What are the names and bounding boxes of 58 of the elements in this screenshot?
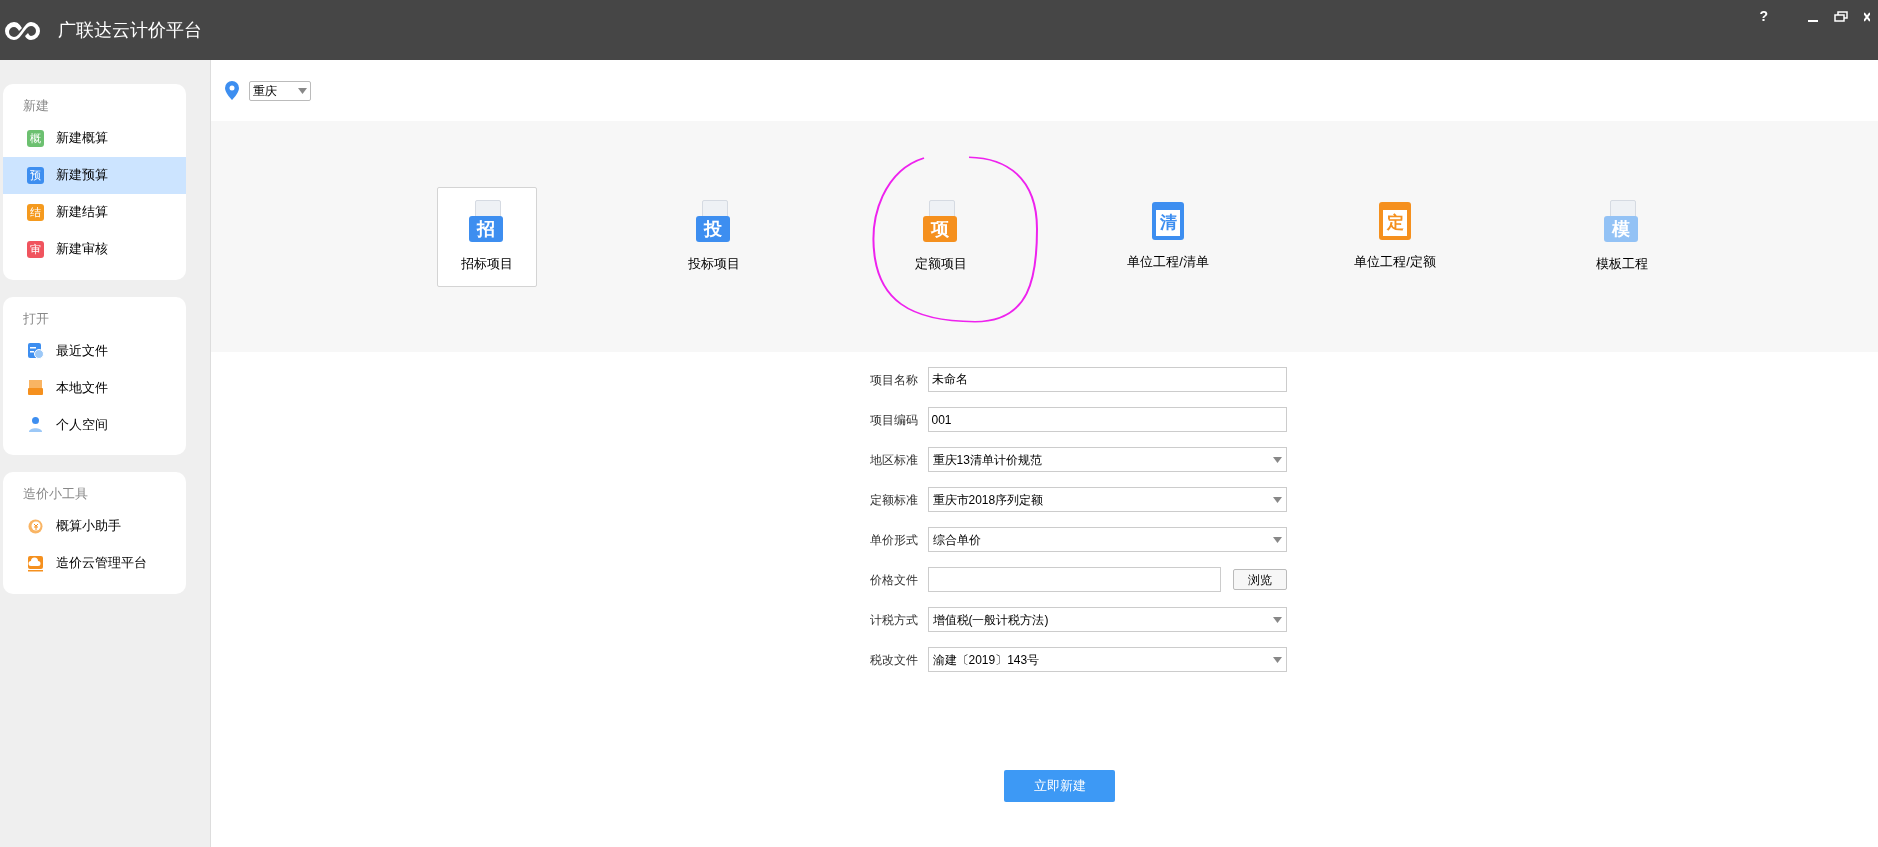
dropdown-field[interactable]: 重庆市2018序列定额 [927, 487, 1287, 512]
project-type-tile[interactable]: 项 定额项目 [891, 186, 991, 287]
notebook-icon: 定 [1379, 201, 1411, 240]
field-label: 计税方式 [869, 611, 918, 629]
section-title: 打开 [22, 309, 50, 328]
dropdown-field[interactable]: 综合单价 [927, 527, 1287, 552]
dropdown-caret-icon [1272, 496, 1282, 503]
field-label: 项目编码 [869, 411, 918, 429]
cloud-screen-icon [27, 554, 44, 572]
close-icon[interactable] [1864, 11, 1870, 22]
restore-icon[interactable] [1834, 11, 1848, 22]
badge-icon: 结 [27, 203, 44, 221]
location-dropdown[interactable]: 重庆 [249, 80, 311, 101]
calendar-clock-icon [27, 342, 44, 359]
app-title: 广联达云计价平台 [58, 18, 202, 42]
field-label: 价格文件 [869, 571, 918, 589]
project-type-tile[interactable]: 定 单位工程/定额 [1345, 186, 1445, 287]
field-label: 地区标准 [869, 451, 918, 469]
sidebar-item[interactable]: 最近文件 [3, 332, 186, 369]
text-field[interactable]: 未命名 [927, 367, 1287, 392]
dropdown-caret-icon [298, 87, 307, 94]
coin-icon [27, 517, 44, 535]
dropdown-field[interactable]: 渝建〔2019〕143号 [927, 647, 1287, 672]
person-icon [27, 416, 44, 433]
sidebar-item[interactable]: 个人空间 [3, 406, 186, 443]
dropdown-caret-icon [1272, 656, 1282, 663]
badge-icon: 预 [27, 166, 44, 184]
sidebar-item[interactable]: 本地文件 [3, 369, 186, 406]
field-label: 税改文件 [869, 651, 918, 669]
sidebar-item[interactable]: 造价云管理平台 [3, 544, 186, 582]
field-label: 定额标准 [869, 491, 918, 509]
sidebar-item[interactable]: 审 新建审核 [3, 230, 186, 268]
dropdown-field[interactable]: 重庆13清单计价规范 [927, 447, 1287, 472]
badge-icon: 概 [27, 129, 44, 147]
section-title: 新建 [22, 97, 50, 115]
dropdown-caret-icon [1272, 536, 1282, 543]
field-label: 项目名称 [869, 371, 918, 389]
help-button[interactable]: ? [1759, 6, 1768, 27]
badge-icon: 审 [27, 240, 44, 258]
notebook-icon: 清 [1152, 201, 1184, 240]
file-path-field[interactable] [927, 567, 1221, 592]
folder-tray-icon [27, 379, 44, 396]
sidebar-item[interactable]: 概算小助手 [3, 507, 186, 545]
dropdown-field[interactable]: 增值税(一般计税方法) [927, 607, 1287, 632]
location-pin-icon [225, 81, 239, 100]
field-label: 单价形式 [869, 531, 918, 549]
sidebar-item[interactable]: 结 新建结算 [3, 193, 186, 231]
browse-button[interactable]: 浏览 [1232, 569, 1287, 590]
text-field[interactable]: 001 [927, 407, 1287, 432]
project-type-tile[interactable]: 模 模板工程 [1572, 186, 1672, 287]
dropdown-caret-icon [1272, 456, 1282, 463]
sidebar-item[interactable]: 预 新建预算 [3, 156, 186, 194]
section-title: 造价小工具 [22, 485, 89, 503]
project-type-tile[interactable]: 招 招标项目 [437, 186, 537, 287]
project-type-tile[interactable]: 清 单位工程/清单 [1118, 186, 1218, 287]
project-type-tile[interactable]: 投 投标项目 [664, 186, 764, 287]
dropdown-caret-icon [1272, 616, 1282, 623]
sidebar-item[interactable]: 概 新建概算 [3, 119, 186, 157]
